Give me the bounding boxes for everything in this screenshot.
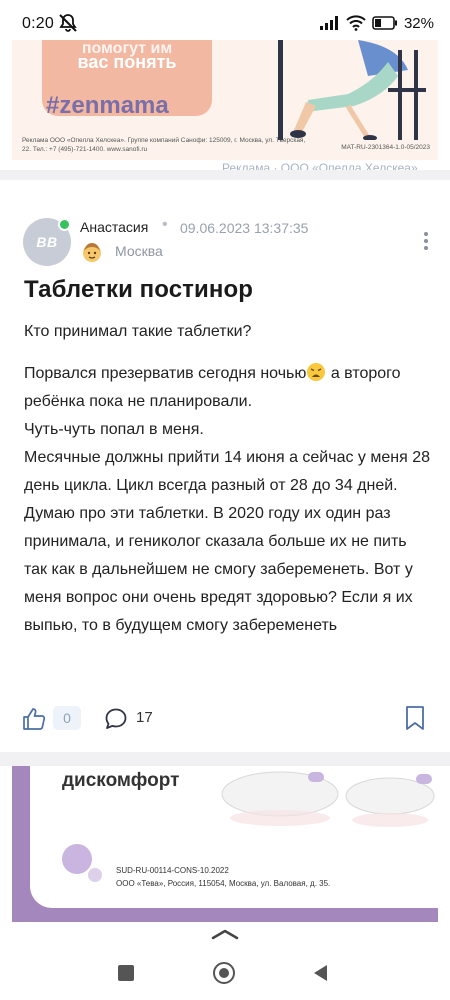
bookmark-icon[interactable] (404, 705, 426, 731)
post-paragraph: Месячные должны прийти 14 июня а сейчас … (24, 449, 431, 494)
battery-icon (372, 16, 397, 30)
ad-hashtag: #zenmama (46, 92, 169, 119)
post-card: ВВ Анастасия • 09.06.2023 13:37:35 Москв… (12, 180, 438, 752)
battery-percent: 32% (403, 14, 434, 32)
ad-headline: дискомфорт (62, 770, 180, 791)
system-nav-bar (0, 922, 450, 1000)
ad-decor-circle (88, 868, 102, 882)
ad-legal-code: SUD-RU-00114-CONS-10.2022 (116, 866, 229, 875)
ad-bottom-panel: дискомфорт SUD-RU-00114-CONS-10.2022 ООО… (30, 766, 438, 908)
author-city: Москва (115, 243, 163, 259)
comment-icon[interactable] (104, 707, 128, 731)
feed-divider (0, 752, 450, 766)
feed-divider (0, 170, 450, 180)
like-count: 0 (53, 706, 81, 730)
ad-cta-line2: вас понять (77, 52, 177, 72)
post-title: Таблетки постинор (24, 276, 253, 303)
post-paragraph: Порвался презерватив сегодня ночью а вто… (24, 360, 434, 416)
comment-count: 17 (136, 709, 153, 726)
post-date: 09.06.2023 13:37:35 (180, 220, 309, 236)
ad-legal-address: ООО «Тева», Россия, 115054, Москва, ул. … (116, 879, 331, 888)
post-body: Порвался презерватив сегодня ночью а вто… (24, 360, 434, 640)
meta-separator: • (162, 216, 168, 233)
more-options-button[interactable] (420, 230, 432, 252)
face-emoji-icon (83, 243, 101, 262)
ad-product-image (221, 771, 435, 827)
avatar-initials: ВВ (36, 234, 58, 250)
status-bar: 0:20 32% (0, 0, 450, 40)
ad-illustration (278, 40, 426, 140)
recent-apps-button[interactable] (118, 965, 134, 981)
notifications-muted-icon (59, 14, 77, 32)
wifi-icon (346, 15, 366, 31)
online-indicator (58, 218, 71, 231)
post-paragraph: Думаю про эти таблетки. В 2020 году их о… (24, 505, 413, 634)
post-question: Кто принимал такие таблетки? (24, 323, 252, 340)
chevron-up-icon[interactable] (210, 927, 240, 941)
back-button[interactable] (312, 964, 328, 982)
home-button[interactable] (213, 962, 235, 984)
thumbs-up-icon[interactable] (22, 707, 46, 731)
ad-code: MAT-RU-2301364-1.0-05/2023 (341, 144, 430, 151)
weary-face-emoji (307, 363, 326, 381)
top-ad-banner[interactable]: помогут им вас понять #zenmama Реклама О… (12, 40, 438, 160)
author-name[interactable]: Анастасия (80, 219, 148, 235)
ad-decor-circle (62, 844, 92, 874)
signal-icon (319, 16, 338, 30)
status-time: 0:20 (22, 15, 54, 32)
post-paragraph: Чуть-чуть попал в меня. (24, 421, 204, 438)
bottom-ad-banner[interactable]: дискомфорт SUD-RU-00114-CONS-10.2022 ООО… (12, 766, 438, 922)
